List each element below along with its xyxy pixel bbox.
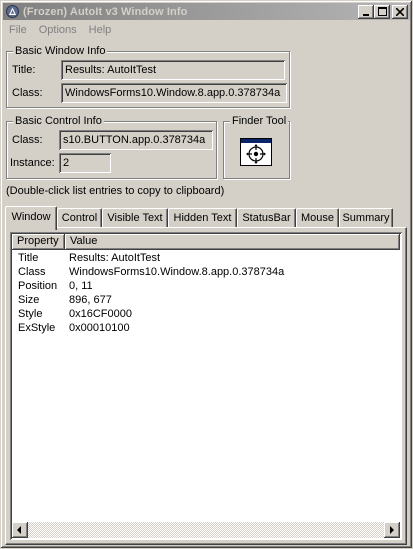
- property-name: Position: [18, 280, 58, 292]
- control-instance-field[interactable]: 2: [59, 153, 111, 173]
- menu-options[interactable]: Options: [33, 24, 83, 36]
- scroll-left-icon[interactable]: [12, 522, 28, 538]
- property-name: Style: [18, 308, 43, 320]
- finder-tool-group: Finder Tool: [223, 115, 290, 179]
- property-value: 896, 677: [69, 294, 112, 306]
- basic-window-info-group: Basic Window Info Title: Results: AutoIt…: [6, 45, 290, 108]
- list-item[interactable]: Class WindowsForms10.Window.8.app.0.3787…: [12, 265, 284, 279]
- window-title: (Frozen) AutoIt v3 Window Info: [23, 5, 188, 18]
- title-label: Title:: [12, 64, 36, 76]
- list-item[interactable]: ExStyle 0x00010100: [12, 321, 284, 335]
- property-value: 0x00010100: [69, 322, 130, 334]
- property-value: 0x16CF0000: [69, 308, 132, 320]
- basic-control-info-group: Basic Control Info Class: s10.BUTTON.app…: [6, 115, 217, 179]
- autoit-icon: [5, 5, 19, 19]
- tab-visible-text[interactable]: Visible Text: [102, 208, 168, 228]
- copy-hint: (Double-click list entries to copy to cl…: [6, 185, 225, 197]
- window-class-field[interactable]: WindowsForms10.Window.8.app.0.378734a: [61, 83, 287, 103]
- list-rows: Title Results: AutoItTest Class WindowsF…: [12, 251, 284, 335]
- title-bar[interactable]: (Frozen) AutoIt v3 Window Info: [3, 3, 410, 20]
- property-name: Title: [18, 252, 39, 264]
- property-name: ExStyle: [18, 322, 56, 334]
- instance-label: Instance:: [10, 157, 55, 169]
- class-label: Class:: [12, 87, 43, 99]
- property-list[interactable]: Property Value Title Results: AutoItTest…: [10, 232, 402, 540]
- minimize-icon[interactable]: [358, 4, 374, 19]
- property-name: Size: [18, 294, 40, 306]
- menu-bar: File Options Help: [3, 21, 117, 39]
- window-title-field[interactable]: Results: AutoItTest: [61, 60, 285, 80]
- column-property[interactable]: Property: [12, 234, 65, 250]
- group-title: Basic Window Info: [13, 45, 108, 57]
- property-name: Class: [18, 266, 46, 278]
- close-icon[interactable]: [392, 4, 408, 19]
- property-value: 0, 11: [69, 280, 93, 292]
- menu-help[interactable]: Help: [83, 24, 118, 36]
- scroll-right-icon[interactable]: [384, 522, 400, 538]
- group-title: Finder Tool: [230, 115, 289, 127]
- maximize-icon[interactable]: [374, 4, 390, 19]
- tab-statusbar[interactable]: StatusBar: [237, 208, 296, 228]
- list-item[interactable]: Title Results: AutoItTest: [12, 251, 284, 265]
- horizontal-scrollbar[interactable]: [12, 522, 400, 538]
- class-label: Class:: [12, 134, 43, 146]
- scroll-track[interactable]: [28, 522, 384, 538]
- tab-hidden-text[interactable]: Hidden Text: [168, 208, 237, 228]
- list-item[interactable]: Size 896, 677: [12, 293, 284, 307]
- menu-file[interactable]: File: [3, 24, 33, 36]
- tab-mouse[interactable]: Mouse: [296, 208, 339, 228]
- property-value: Results: AutoItTest: [69, 252, 161, 264]
- crosshair-icon[interactable]: [240, 138, 272, 166]
- list-item[interactable]: Position 0, 11: [12, 279, 284, 293]
- group-title: Basic Control Info: [13, 115, 104, 127]
- property-value: WindowsForms10.Window.8.app.0.378734a: [69, 266, 285, 278]
- tab-window[interactable]: Window: [5, 206, 57, 230]
- control-class-field[interactable]: s10.BUTTON.app.0.378734a: [59, 130, 213, 150]
- list-item[interactable]: Style 0x16CF0000: [12, 307, 284, 321]
- list-header: Property Value: [12, 234, 400, 250]
- autoit-window-info: (Frozen) AutoIt v3 Window Info File Opti…: [0, 0, 413, 549]
- tab-panel-window: Property Value Title Results: AutoItTest…: [5, 227, 407, 545]
- column-value[interactable]: Value: [65, 234, 400, 250]
- tab-control[interactable]: Control: [57, 208, 102, 228]
- tab-summary[interactable]: Summary: [339, 208, 393, 228]
